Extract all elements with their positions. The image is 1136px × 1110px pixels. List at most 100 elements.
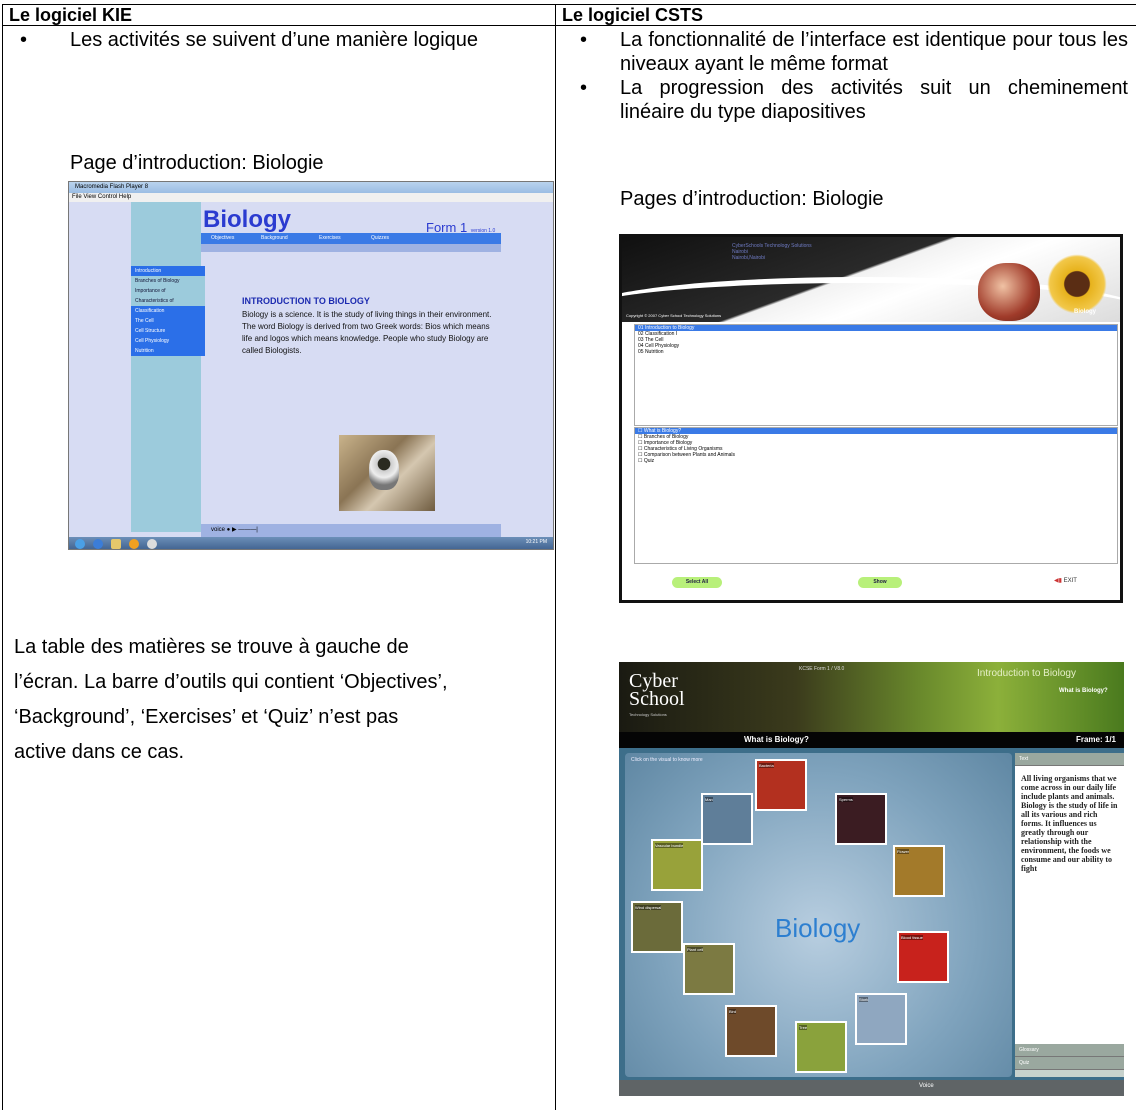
topic-label: Comparison between Plants and Animals [643,452,736,458]
topic-label: Quiz [643,458,655,464]
toc-item[interactable]: Nutrition [131,346,205,356]
toc-item[interactable]: Branches of Biology [131,276,205,286]
tile-sperms[interactable]: Sperms [835,793,887,845]
csts-screenshot-menu: CyberSchools Technology Solutions Nairob… [619,234,1123,603]
app-icon[interactable] [147,539,157,549]
tile-label: Vascular bundle [655,843,684,848]
folder-icon[interactable] [111,539,121,549]
company-name: CyberSchools Technology Solutions Nairob… [732,243,812,261]
tile-label: Blood tissue [901,935,923,940]
subsection-title: What is Biology? [1059,688,1108,694]
ie-icon[interactable] [93,539,103,549]
biology-title: Biology [203,206,291,233]
tile-label: Bacteria [759,763,774,768]
bottom-controls: Voice [619,1080,1124,1096]
tab-quiz[interactable]: Quiz [1015,1057,1124,1070]
toc-item[interactable]: Characteristics of [131,296,205,306]
tile-label: Flower [897,849,910,854]
kie-paragraph: La table des matières se trouve à gauche… [14,630,448,770]
kie-paragraph-line: La table des matières se trouve à gauche… [14,636,409,658]
bullet-dot: • [20,29,28,51]
play-icon[interactable] [129,539,139,549]
tile-label: Stork [859,997,869,1002]
tile-wind-dispersal[interactable]: Wind dispersal [631,901,683,953]
company-city: Nairobi,Nairobi [732,255,766,261]
csts-screenshot-lesson: Cyber School Technology Solutions KCSE Fo… [619,662,1124,1096]
voice-label[interactable]: Voice [919,1083,934,1089]
nav-quizzes[interactable]: Quizzes [371,235,389,241]
bullet-dot: • [580,29,588,51]
toc-item[interactable]: Cell Physiology [131,336,205,346]
start-icon[interactable] [75,539,85,549]
exit-button[interactable]: ◀▮ EXIT [1054,577,1077,584]
exit-icon: ◀▮ [1054,578,1062,584]
menu-bar: File View Control Help [69,193,553,202]
toc-item[interactable]: The Cell [131,316,205,326]
kie-paragraph-line: l’écran. La barre d’outils qui contient … [14,671,448,693]
toc-item[interactable]: Introduction [131,266,205,276]
tile-man[interactable]: Man [701,793,753,845]
toc-item[interactable]: Importance of [131,286,205,296]
kie-bullet-text: Les activités se suivent d’une manière l… [70,29,479,51]
tile-vascular-bundle[interactable]: Vascular bundle [651,839,703,891]
nav-toolbar: Objectives Background Exercises Quizzes [201,233,501,244]
tile-tree[interactable]: Tree [795,1021,847,1073]
csts-bullet1-text: La fonctionnalité de l’interface est ide… [620,29,1128,75]
tile-flower[interactable]: Flower [893,845,945,897]
clock: 10:21 PM [525,539,547,545]
tab-glossary[interactable]: Glossary [1015,1044,1124,1057]
select-all-button[interactable]: Select All [672,577,722,588]
side-text: All living organisms that we come across… [1015,766,1124,1044]
logo-line: School [629,688,685,710]
kie-caption: Page d’introduction: Biologie [70,152,324,174]
unit-list: 01 Introduction to Biology 02 Classifica… [634,324,1118,426]
tile-label: Bird [729,1009,737,1014]
tile-label: Plant cell [687,947,704,952]
frame-counter: Frame: 1/1 [1075,735,1116,744]
banner-biology: Biology [1074,309,1096,315]
show-button[interactable]: Show [858,577,902,588]
section-title: Introduction to Biology [977,668,1076,679]
cyberschool-logo: Cyber School [629,671,685,710]
tab-text[interactable]: Text [1015,753,1124,766]
voice-label: voice [211,527,226,533]
center-biology: Biology [775,913,861,943]
tile-plant-cell[interactable]: Plant cell [683,943,735,995]
intro-body: Biology is a science. It is the study of… [242,310,492,355]
toc-item[interactable]: Cell Structure [131,326,205,336]
col2-header: Le logiciel CSTS [556,5,1136,26]
topic-item[interactable]: ☐ Quiz [635,458,1117,464]
exit-label: EXIT [1063,578,1077,584]
logo-subtitle: Technology Solutions [629,712,667,717]
left-panel [131,202,201,532]
csts-bullet2-text: La progression des activités suit un che… [620,77,1128,123]
monkey-figure [369,450,399,490]
frame-bar: What is Biology? Frame: 1/1 [619,732,1124,748]
kie-paragraph-line: active dans ce cas. [14,741,185,763]
tile-label: Tree [799,1025,808,1030]
nav-objectives[interactable]: Objectives [211,235,234,241]
toc-item[interactable]: Classification [131,306,205,316]
heart-image [978,263,1040,321]
course-code: KCSE Form 1 / V8.0 [799,666,845,672]
csts-caption: Pages d’introduction: Biologie [620,188,884,210]
tile-stork[interactable]: Stork [855,993,907,1045]
tile-label: Man [705,797,713,802]
kie-screenshot: Macromedia Flash Player 8 File View Cont… [68,181,554,550]
copyright: Copyright © 2007 Cyber School Technology… [626,313,722,318]
toc-list: Introduction Branches of Biology Importa… [131,266,205,356]
side-panel: Text All living organisms that we come a… [1015,753,1124,1077]
column-divider [555,5,556,1110]
nav-background[interactable]: Background [261,235,288,241]
intro-heading: INTRODUCTION TO BIOLOGY [242,296,370,306]
tile-bacteria[interactable]: Bacteria [755,759,807,811]
taskbar: 10:21 PM [69,537,553,549]
nav-exercises[interactable]: Exercises [319,235,341,241]
voice-control[interactable]: voice ● ▶ ———| [201,524,501,537]
tile-bird[interactable]: Bird [725,1005,777,1057]
nav-strip [201,244,501,252]
tile-label: Sperms [839,797,853,802]
tile-blood-tissue[interactable]: Blood tissue [897,931,949,983]
unit-item[interactable]: 05 Nutrition [635,349,1117,355]
topic-list: ☐ What is Biology? ☐ Branches of Biology… [634,427,1118,564]
